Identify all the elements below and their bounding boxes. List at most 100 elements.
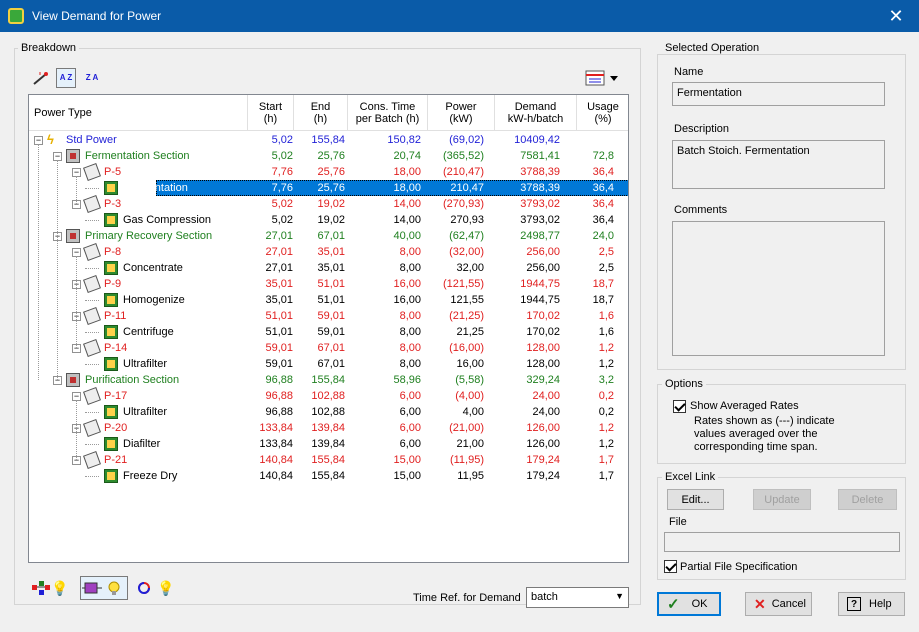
table-row[interactable]: Freeze Dry 140,84 155,84 15,00 11,95 179,24 1,… [29,468,628,484]
cell-power: (4,00) [455,390,484,402]
equipment-view-toggle[interactable] [80,576,128,600]
col-end-l1: End [310,101,331,113]
row-name: P-8 [104,246,122,258]
table-row[interactable]: Ultrafilter 59,01 67,01 8,00 16,00 128,00 1,2 [29,356,628,372]
cell-power: (210,47) [443,166,484,178]
table-row[interactable]: − P-9 35,01 51,01 16,00 (121,55) 1944,75 18,7 [29,275,628,293]
cell-start: 96,88 [265,406,293,418]
comments-field[interactable] [672,221,885,356]
name-field[interactable]: Fermentation [672,82,885,106]
lightbulb-icon-2: 💡 [157,579,175,596]
partial-file-checkbox[interactable] [664,560,677,573]
breakdown-label: Breakdown [18,42,80,54]
cycle-icon[interactable] [133,578,155,598]
procedure-icon [83,195,101,213]
cell-power: (32,00) [449,246,484,258]
tree-guide-line [76,176,77,204]
table-row[interactable]: Diafilter 133,84 139,84 6,00 21,00 126,00 1,2 [29,436,628,452]
col-cons-time[interactable]: Cons. Time per Batch (h) [348,95,428,131]
table-row[interactable]: Ultrafilter 96,88 102,88 6,00 4,00 24,00 0,2 [29,404,628,420]
description-field[interactable]: Batch Stoich. Fermentation [672,140,885,189]
table-row[interactable]: − Fermentation Section 5,02 25,76 20,74 (365,… [29,148,628,164]
cell-start: 5,02 [271,198,293,210]
selected-operation-label: Selected Operation [662,42,763,54]
table-row[interactable]: − P-14 59,01 67,01 8,00 (16,00) 128,00 1,2 [29,339,628,357]
power-demand-tree-table[interactable]: Power Type Start (h) End (h) Cons. Time per… [28,94,629,563]
col-start[interactable]: Start (h) [248,95,294,131]
cell-demand: 24,00 [532,406,560,418]
table-row[interactable]: Gas Compression 5,02 19,02 14,00 270,93 3793,… [29,212,628,228]
tree-connector [85,364,99,365]
show-averaged-checkbox[interactable] [673,400,686,413]
cell-end: 155,84 [311,470,345,482]
lightning-icon: ϟ [47,132,54,147]
cell-cons: 40,00 [393,230,421,242]
table-row[interactable]: − P-5 7,76 25,76 18,00 (210,47) 3788,39 36,4 [29,163,628,181]
columns-menu-icon[interactable] [584,68,620,88]
cell-cons: 6,00 [399,406,421,418]
cell-cons: 8,00 [399,310,421,322]
time-ref-label: Time Ref. for Demand [413,592,521,604]
table-header: Power Type Start (h) End (h) Cons. Time per… [29,95,628,131]
col-usage[interactable]: Usage (%) [577,95,628,131]
col-end[interactable]: End (h) [294,95,348,131]
close-icon[interactable]: ✕ [873,0,919,32]
tree-connector [85,444,99,445]
row-name: P-3 [104,198,122,210]
tree-connector [85,188,99,189]
cell-usage: 2,5 [598,262,614,274]
help-button[interactable]: ? Help [838,592,905,616]
col-power-type[interactable]: Power Type [29,95,248,131]
cell-start: 51,01 [265,326,293,338]
table-row[interactable]: Fermentation 7,76 25,76 18,00 210,47 3788,39 3… [29,180,628,196]
time-ref-select[interactable]: batch ▼ [526,587,629,608]
row-name: Ultrafilter [123,358,168,370]
table-row[interactable]: Concentrate 27,01 35,01 8,00 32,00 256,00 2,5 [29,260,628,276]
cell-usage: 1,6 [598,310,614,322]
magic-wand-icon[interactable] [31,68,51,88]
comments-label: Comments [674,204,728,216]
update-button[interactable]: Update [753,489,811,510]
sort-asc-text: A Z [59,73,73,82]
flowsheet-icon[interactable] [30,578,52,598]
ok-button[interactable]: ✓ OK [657,592,721,616]
table-row[interactable]: − P-8 27,01 35,01 8,00 (32,00) 256,00 2,5 [29,243,628,261]
title-bar: View Demand for Power ✕ [0,0,919,32]
delete-button[interactable]: Delete [838,489,897,510]
file-field[interactable] [664,532,900,552]
table-row[interactable]: − P-20 133,84 139,84 6,00 (21,00) 126,00 1,2 [29,419,628,437]
col-cons-l1: Cons. Time [359,101,416,113]
row-name: Concentrate [123,262,183,274]
cell-start: 5,02 [271,214,293,226]
table-row[interactable]: − Primary Recovery Section 27,01 67,01 40,00… [29,228,628,244]
cell-demand: 128,00 [526,358,560,370]
table-row[interactable]: − P-21 140,84 155,84 15,00 (11,95) 179,24 1,7 [29,451,628,469]
table-row[interactable]: − P-3 5,02 19,02 14,00 (270,93) 3793,02 36,4 [29,195,628,213]
cell-start: 5,02 [271,134,293,146]
cell-cons: 14,00 [393,198,421,210]
cell-power: (5,58) [455,374,484,386]
name-label: Name [674,66,704,78]
table-row[interactable]: Homogenize 35,01 51,01 16,00 121,55 1944,75 18… [29,292,628,308]
table-row[interactable]: − P-17 96,88 102,88 6,00 (4,00) 24,00 0,2 [29,387,628,405]
col-power[interactable]: Power (kW) [428,95,495,131]
table-row[interactable]: Centrifuge 51,01 59,01 8,00 21,25 170,02 1,6 [29,324,628,340]
cancel-button[interactable]: ✕ Cancel [745,592,812,616]
sort-ascending-icon[interactable]: A Z [56,68,76,88]
edit-button[interactable]: Edit... [667,489,724,510]
tree-guide-line [76,256,77,348]
cell-usage: 18,7 [592,278,614,290]
tree-connector [85,268,99,269]
table-row[interactable]: − Purification Section 96,88 155,84 58,96 (5,… [29,372,628,388]
cell-end: 67,01 [317,342,345,354]
sort-descending-icon[interactable]: Z A [82,68,102,88]
cell-cons: 6,00 [399,390,421,402]
cell-cons: 18,00 [393,166,421,178]
table-row[interactable]: − P-11 51,01 59,01 8,00 (21,25) 170,02 1,6 [29,307,628,325]
table-row[interactable]: − ϟ Std Power 5,02 155,84 150,82 (69,02) 10409,… [29,132,628,148]
procedure-icon [83,163,101,181]
col-demand[interactable]: Demand kW-h/batch [495,95,577,131]
cell-usage: 1,2 [598,422,614,434]
cell-power: (62,47) [449,230,484,242]
cell-usage: 0,2 [598,390,614,402]
